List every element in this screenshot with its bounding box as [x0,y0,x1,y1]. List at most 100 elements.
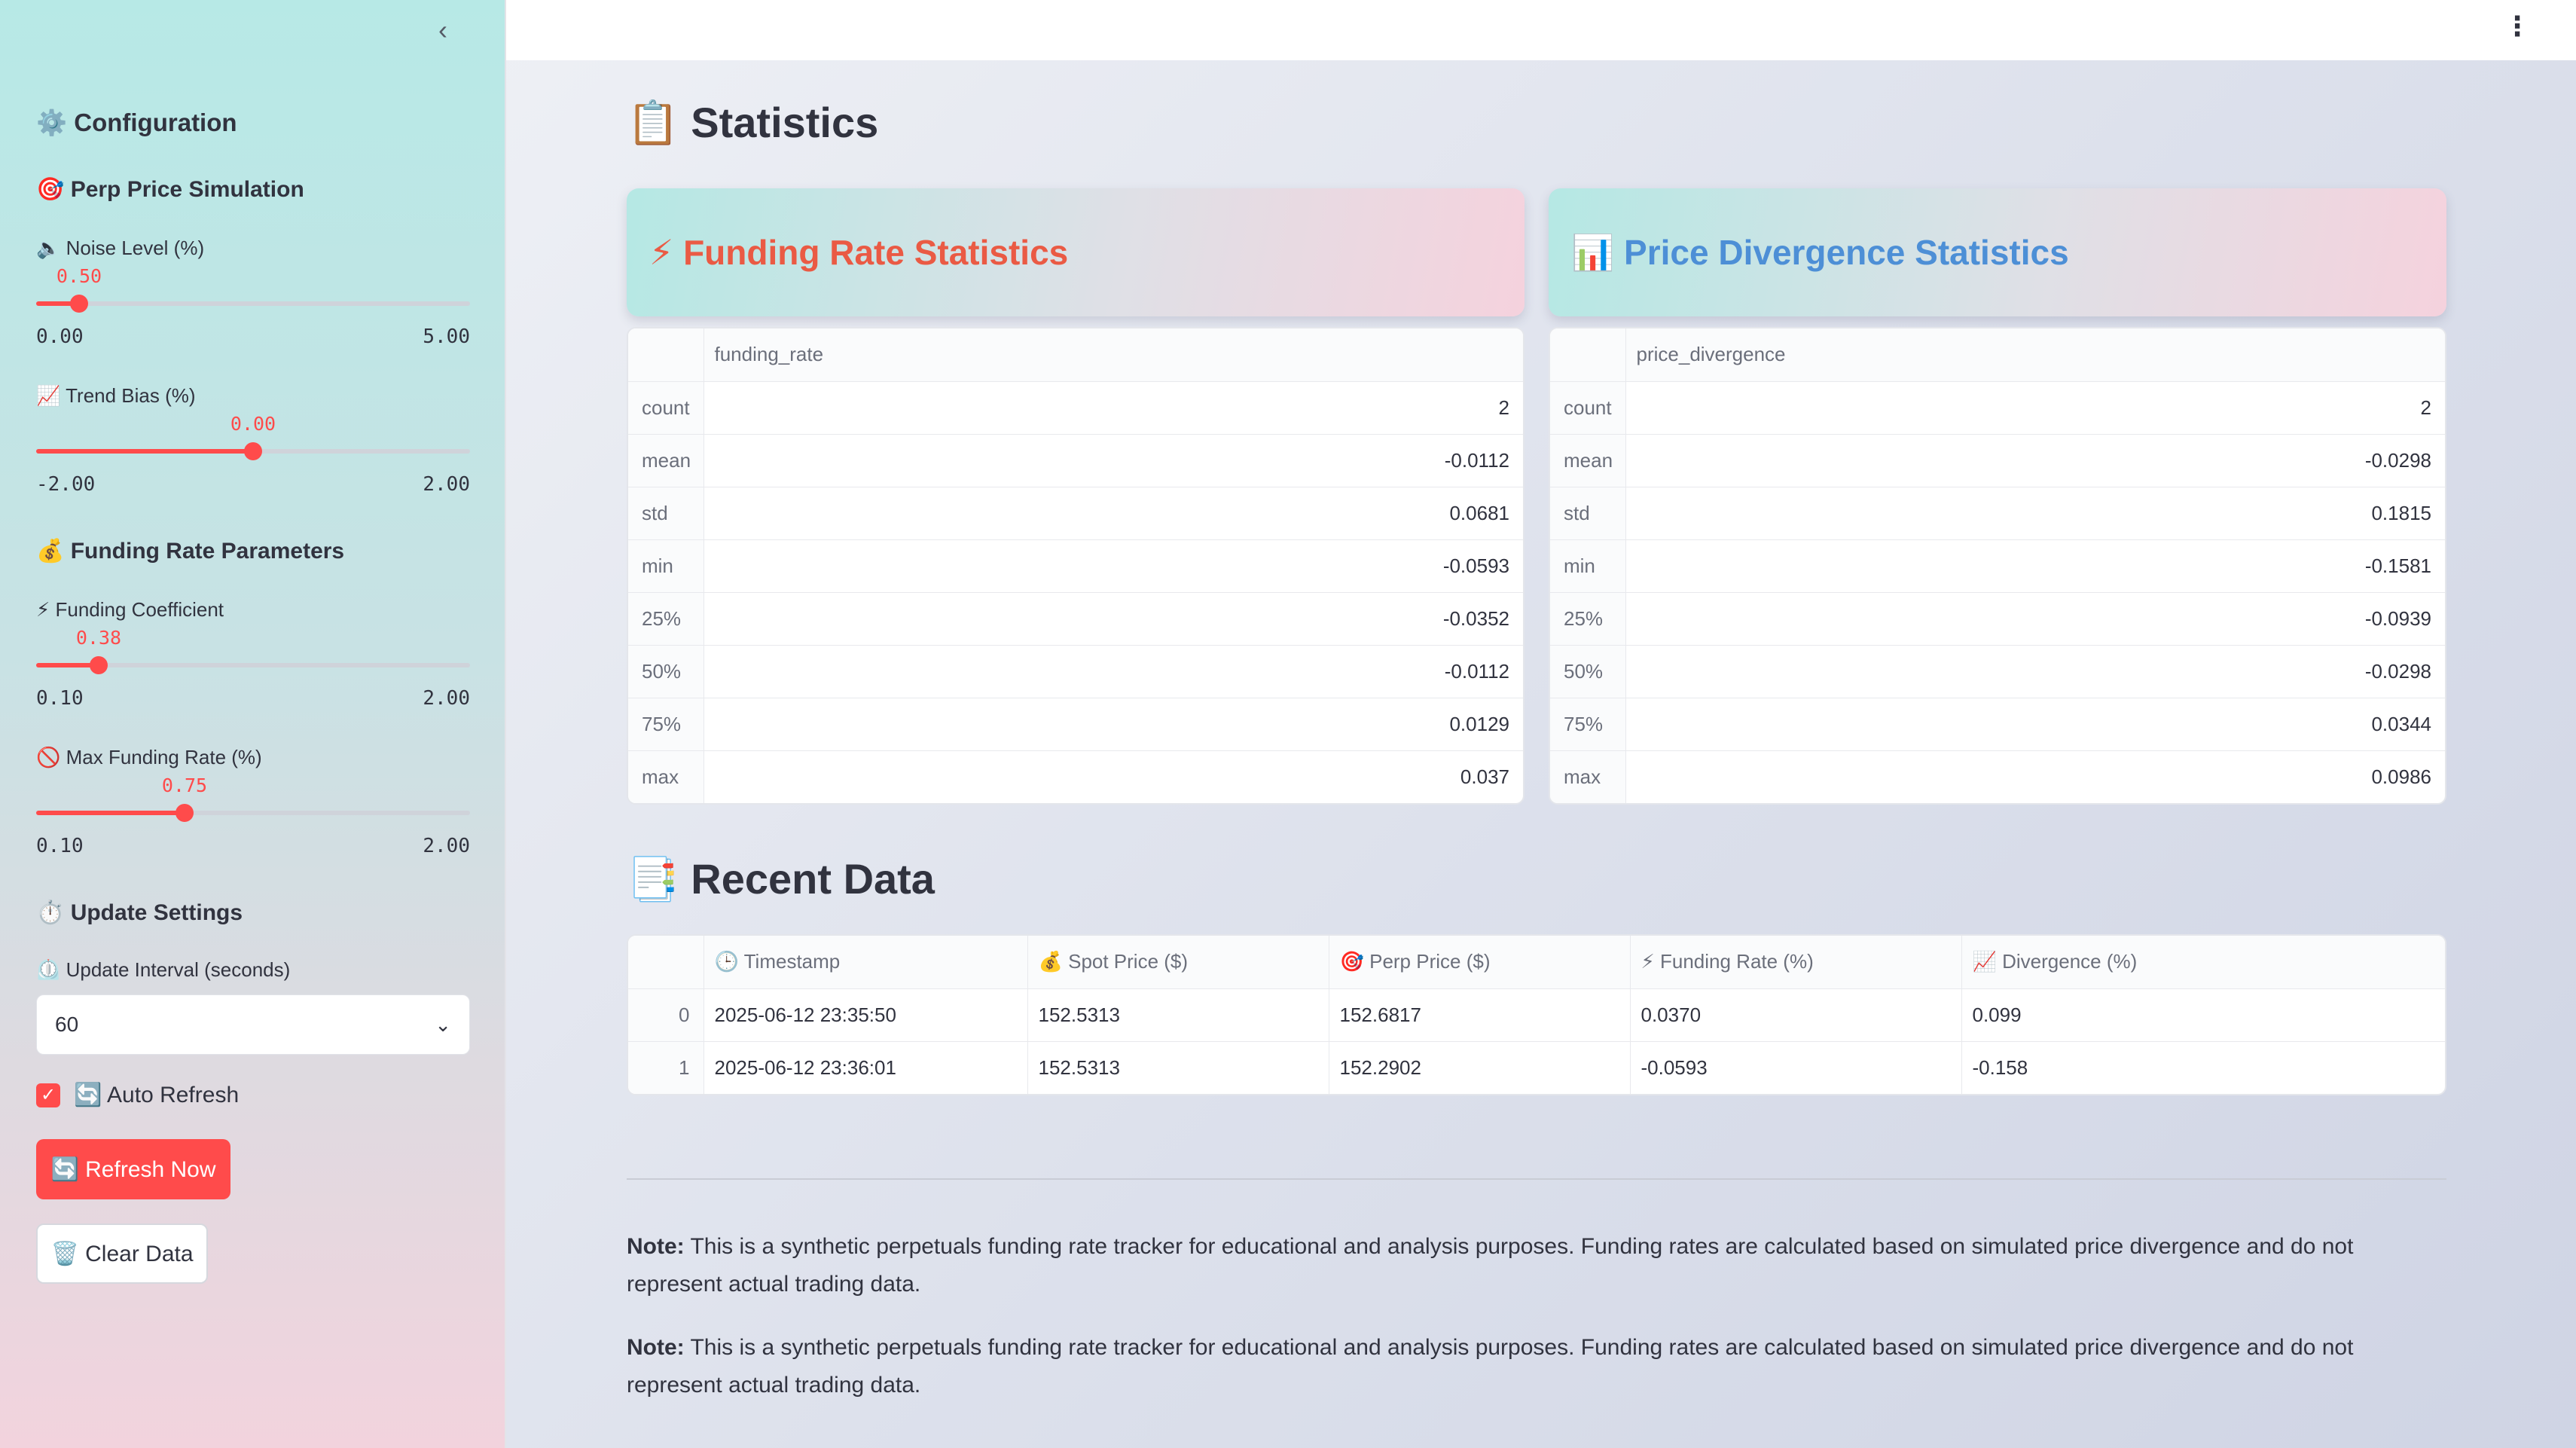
row-label: mean [628,434,704,487]
table-row: mean -0.0298 [1550,434,2445,487]
note-text: This is a synthetic perpetuals funding r… [627,1335,2354,1398]
table-cell: 2025-06-12 23:35:50 [704,988,1028,1042]
slider-track [36,301,470,306]
clear-data-button[interactable]: 🗑️ Clear Data [36,1223,208,1284]
update-interval-label: ⏲️ Update Interval (seconds) [36,958,291,981]
slider-value: 0.50 [56,265,102,287]
slider-thumb[interactable] [175,804,194,822]
table-row: max 0.037 [628,750,1523,803]
noise-level-slider[interactable]: 0.50 [36,265,470,331]
funding-stats-card: ⚡ Funding Rate Statistics [627,188,1525,316]
max-funding-rate-label: 🚫 Max Funding Rate (%) [36,746,262,768]
row-label: mean [1550,434,1626,487]
slider-max: 5.00 [423,325,470,348]
table-row: 50% -0.0112 [628,645,1523,698]
table-row: 25% -0.0352 [628,592,1523,646]
perp-simulation-heading: 🎯 Perp Price Simulation [36,177,304,202]
cell-value: -0.0112 [704,645,1523,698]
slider-value: 0.75 [161,774,208,796]
cell-value: -0.1581 [1625,539,2445,593]
column-header[interactable]: 🕒 Timestamp [704,936,1028,989]
slider-value: 0.00 [230,413,276,435]
row-label: 50% [628,645,704,698]
top-header: ⋮ [506,0,2576,60]
row-index: 0 [628,988,704,1042]
cell-value: 2 [704,381,1523,435]
funding-coefficient-slider[interactable]: 0.38 [36,627,470,693]
table-row: 50% -0.0298 [1550,645,2445,698]
funding-stats-table: funding_rate count 2 mean -0.0112 std 0.0681 m… [627,327,1525,805]
cell-value: 0.0344 [1625,698,2445,751]
slider-value: 0.38 [75,627,122,649]
trend-bias-label: 📈 Trend Bias (%) [36,384,196,407]
cell-value: -0.0352 [704,592,1523,646]
slider-fill [36,449,253,454]
update-settings-heading: ⏱️ Update Settings [36,900,243,925]
noise-level-label: 🔈 Noise Level (%) [36,237,205,259]
noise-level-range: 0.00 5.00 [36,325,470,348]
cell-value: 0.0129 [704,698,1523,751]
row-label: 75% [1550,698,1626,751]
table-row: mean -0.0112 [628,434,1523,487]
cell-value: 0.037 [1460,765,1509,788]
table-row: min -0.1581 [1550,539,2445,593]
table-row: 75% 0.0344 [1550,698,2445,751]
table-row: std 0.0681 [628,487,1523,540]
table-row: min -0.0593 [628,539,1523,593]
configuration-heading: ⚙️ Configuration [36,108,237,136]
recent-data-heading: 📑 Recent Data [627,855,935,903]
index-header [628,936,704,989]
table-row: 0 2025-06-12 23:35:50 152.5313 152.6817 0.03… [628,988,2445,1042]
trend-bias-range: -2.00 2.00 [36,473,470,496]
table-cell: 152.2902 [1329,1041,1631,1094]
row-label: std [628,487,704,540]
slider-max: 2.00 [423,473,470,496]
funding-stats-title: ⚡ Funding Rate Statistics [649,233,1069,272]
funding-coefficient-label: ⚡ Funding Coefficient [36,598,224,621]
update-interval-select[interactable]: 60 ⌄ [36,994,470,1055]
column-header[interactable]: ⚡ Funding Rate (%) [1630,936,1962,989]
checkbox-checked-icon[interactable]: ✓ [36,1083,60,1107]
collapse-sidebar-icon[interactable]: ‹ [429,14,456,47]
slider-max: 2.00 [423,835,470,857]
refresh-now-button[interactable]: 🔄 Refresh Now [36,1139,230,1199]
cell-value: 0.1815 [1625,487,2445,540]
slider-thumb[interactable] [90,656,108,674]
divergence-stats-title: 📊 Price Divergence Statistics [1571,232,2069,272]
max-funding-rate-slider[interactable]: 0.75 [36,774,470,841]
sidebar: ‹ ⚙️ Configuration 🎯 Perp Price Simulati… [0,0,506,1448]
table-cell: 152.6817 [1329,988,1631,1042]
column-header[interactable]: 📈 Divergence (%) [1961,936,2445,989]
table-cell: -0.0593 [1630,1041,1962,1094]
max-funding-rate-range: 0.10 2.00 [36,835,470,857]
table-row: count 2 [1550,381,2445,435]
column-header[interactable]: 💰 Spot Price ($) [1027,936,1329,989]
slider-fill [36,811,185,815]
funding-parameters-heading: 💰 Funding Rate Parameters [36,539,345,564]
cell-value: 0.0986 [2371,765,2431,788]
table-row: 1 2025-06-12 23:36:01 152.5313 152.2902 -0.0… [628,1041,2445,1094]
slider-thumb[interactable] [70,295,88,313]
divider [627,1178,2446,1180]
main-content: ⋮ 📋 Statistics ⚡ Funding Rate Statistics… [506,0,2576,1448]
cell-value: -0.0298 [1625,645,2445,698]
row-label: min [628,539,704,593]
row-label: count [628,381,704,435]
table-cell: 0.0370 [1630,988,1962,1042]
table-row: 25% -0.0939 [1550,592,2445,646]
row-label: 25% [1550,592,1626,646]
trend-bias-slider[interactable]: 0.00 [36,413,470,479]
funding-coefficient-range: 0.10 2.00 [36,687,470,710]
slider-min: 0.10 [36,687,84,710]
table-row: std 0.1815 [1550,487,2445,540]
more-menu-icon[interactable]: ⋮ [2504,11,2531,42]
column-header: price_divergence [1625,328,2445,382]
slider-thumb[interactable] [244,442,262,460]
note-text: This is a synthetic perpetuals funding r… [627,1234,2354,1297]
column-header[interactable]: 🎯 Perp Price ($) [1329,936,1631,989]
row-label: std [1550,487,1626,540]
row-label: min [1550,539,1626,593]
row-label: max [1550,750,1626,803]
row-label: count [1550,381,1626,435]
auto-refresh-toggle[interactable]: ✓ 🔄 Auto Refresh [36,1082,239,1108]
